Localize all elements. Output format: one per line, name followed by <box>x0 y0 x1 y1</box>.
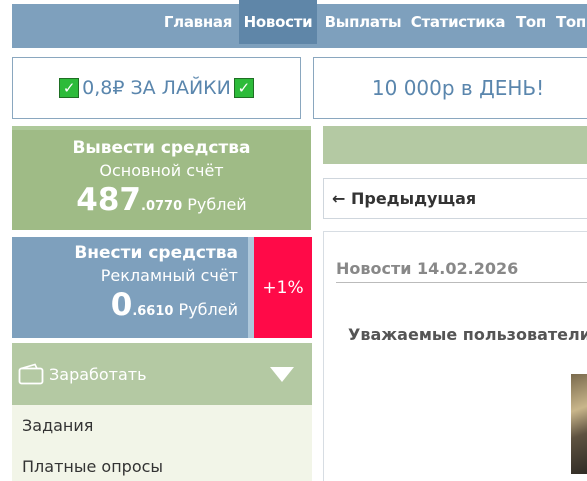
nav-item-top[interactable]: Топ <box>513 0 549 44</box>
earn-menu-header[interactable]: Заработать <box>12 343 312 405</box>
content-header-bar <box>323 126 587 164</box>
nav-item-payouts[interactable]: Выплаты <box>323 0 403 44</box>
checkmark-icon: ✓ <box>59 78 80 98</box>
promo-daily[interactable]: 10 000р в ДЕНЬ! <box>313 57 587 119</box>
wallet-icon <box>18 363 44 385</box>
deposit-amount-frac: .6610 <box>132 304 174 319</box>
news-headline: Уважаемые пользователи <box>348 325 587 344</box>
earn-submenu: Задания Платные опросы <box>12 405 312 481</box>
menu-item-tasks[interactable]: Задания <box>12 405 312 446</box>
deposit-balance: 0.6610 Рублей <box>12 287 238 323</box>
triangle-down-icon[interactable] <box>270 367 294 383</box>
deposit-title: Внести средства <box>74 243 238 263</box>
nav-item-statistics[interactable]: Статистика <box>409 0 507 44</box>
promo-likes[interactable]: ✓ 0,8₽ ЗА ЛАЙКИ ✓ <box>12 57 301 119</box>
promo-daily-text: 10 000р в ДЕНЬ! <box>371 76 545 100</box>
news-divider <box>336 282 587 283</box>
deposit-amount-int: 0 <box>110 287 133 323</box>
earn-label: Заработать <box>49 364 147 384</box>
menu-item-paid-surveys[interactable]: Платные опросы <box>12 446 312 481</box>
withdraw-panel[interactable]: Вывести средства Основной счёт 487.0770 … <box>12 126 311 230</box>
prev-page-button[interactable]: ← Предыдущая <box>323 178 587 219</box>
news-date: Новости 14.02.2026 <box>336 259 519 278</box>
checkmark-icon: ✓ <box>233 78 254 98</box>
withdraw-currency: Рублей <box>187 195 247 214</box>
deposit-account-label: Рекламный счёт <box>100 266 238 285</box>
deposit-currency: Рублей <box>178 300 238 319</box>
nav-item-home[interactable]: Главная <box>163 0 233 44</box>
page: Главная Новости Выплаты Статистика Топ Т… <box>0 0 587 481</box>
withdraw-account-label: Основной счёт <box>99 161 224 180</box>
withdraw-title: Вывести средства <box>72 138 251 158</box>
withdraw-balance: 487.0770 Рублей <box>12 182 311 218</box>
deposit-bonus-badge[interactable]: +1% <box>254 237 312 338</box>
withdraw-amount-int: 487 <box>76 182 142 218</box>
deposit-panel[interactable]: Внести средства Рекламный счёт 0.6610 Ру… <box>12 237 248 338</box>
withdraw-amount-frac: .0770 <box>141 199 183 214</box>
news-image <box>571 374 587 474</box>
promo-likes-text: 0,8₽ ЗА ЛАЙКИ <box>82 77 231 99</box>
nav-item-top-2[interactable]: Топ <box>556 0 587 44</box>
nav-item-news[interactable]: Новости <box>239 0 317 44</box>
